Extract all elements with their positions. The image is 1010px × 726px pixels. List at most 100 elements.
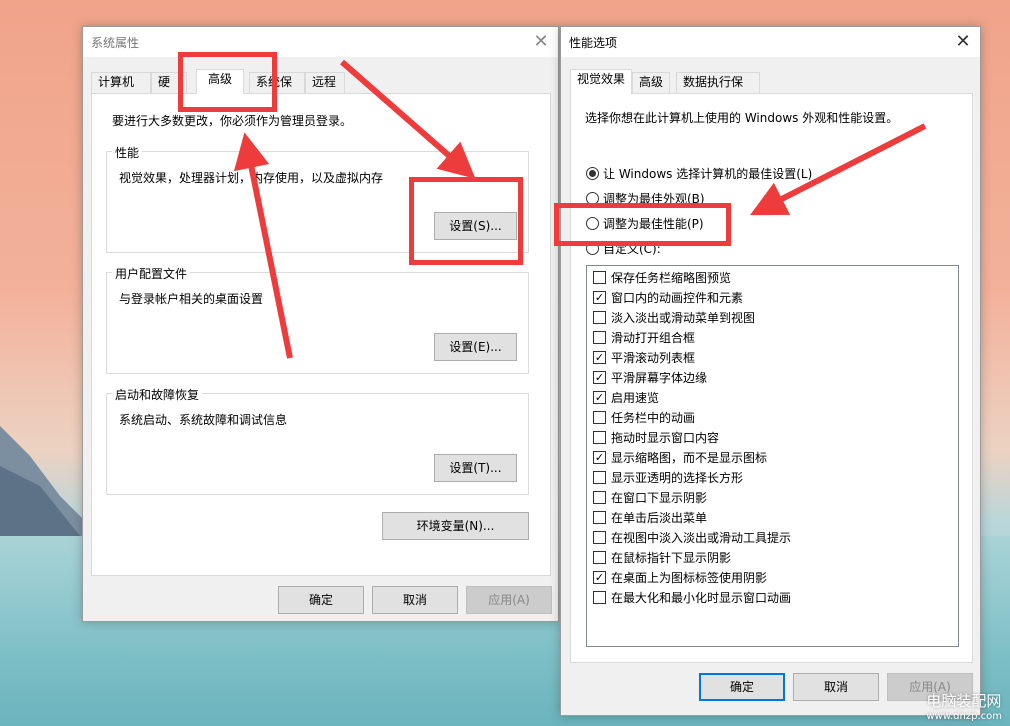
effect-item[interactable]: ✓ 显示缩略图，而不是显示图标 <box>593 449 767 466</box>
effect-label: 在窗口下显示阴影 <box>611 491 708 505</box>
tab-remote[interactable]: 远程 <box>305 72 345 93</box>
effect-label: 平滑屏幕字体边缘 <box>611 371 708 385</box>
tab-visual-effects[interactable]: 视觉效果 <box>570 69 632 94</box>
effect-item[interactable]: 显示亚透明的选择长方形 <box>593 469 743 486</box>
checkbox[interactable]: ✓ <box>593 451 606 464</box>
check-icon: ✓ <box>594 571 605 584</box>
titlebar[interactable]: 性能选项 ✕ <box>561 27 980 57</box>
tab-computer-name[interactable]: 计算机名 <box>91 72 151 108</box>
system-properties-window: 系统属性 ✕ 计算机名 硬件 高级 系统保护 远程 要进行大多数更改，你必须作为… <box>82 26 559 622</box>
performance-description: 视觉效果，处理器计划，内存使用，以及虚拟内存 <box>119 171 384 185</box>
checkbox[interactable] <box>593 491 606 504</box>
user-profiles-settings-button[interactable]: 设置(E)... <box>434 333 517 361</box>
tab-dep[interactable]: 数据执行保护 <box>676 72 760 108</box>
tab-strip: 视觉效果 高级 数据执行保护 <box>561 69 980 108</box>
effect-label: 在单击后淡出菜单 <box>611 511 708 525</box>
effect-item[interactable]: ✓ 在桌面上为图标标签使用阴影 <box>593 569 767 586</box>
effect-label: 在鼠标指针下显示阴影 <box>611 551 732 565</box>
tab-strip: 计算机名 硬件 高级 系统保护 远程 <box>83 69 558 108</box>
effect-item[interactable]: ✓ 平滑屏幕字体边缘 <box>593 369 707 386</box>
effect-item[interactable]: 淡入淡出或滑动菜单到视图 <box>593 309 755 326</box>
close-icon: ✕ <box>955 30 971 52</box>
effect-item[interactable]: 在视图中淡入淡出或滑动工具提示 <box>593 529 791 546</box>
cancel-button[interactable]: 取消 <box>372 586 458 614</box>
checkbox[interactable] <box>593 271 606 284</box>
effect-item[interactable]: 在窗口下显示阴影 <box>593 489 707 506</box>
checkbox[interactable] <box>593 311 606 324</box>
checkbox[interactable] <box>593 411 606 424</box>
startup-recovery-settings-button[interactable]: 设置(T)... <box>434 454 517 482</box>
effect-label: 显示缩略图，而不是显示图标 <box>611 451 768 465</box>
startup-recovery-description: 系统启动、系统故障和调试信息 <box>119 413 288 427</box>
user-profiles-legend: 用户配置文件 <box>112 265 191 282</box>
checkbox[interactable] <box>593 471 606 484</box>
effect-label: 平滑滚动列表框 <box>611 351 696 365</box>
check-icon: ✓ <box>594 291 605 304</box>
window-title: 性能选项 <box>569 36 618 50</box>
effect-label: 在视图中淡入淡出或滑动工具提示 <box>611 531 792 545</box>
visual-effects-panel: 选择你想在此计算机上使用的 Windows 外观和性能设置。 让 Windows… <box>570 93 973 663</box>
titlebar[interactable]: 系统属性 ✕ <box>83 27 558 57</box>
effect-label: 任务栏中的动画 <box>611 411 696 425</box>
checkbox[interactable] <box>593 511 606 524</box>
effect-item[interactable]: 保存任务栏缩略图预览 <box>593 269 731 286</box>
window-title: 系统属性 <box>91 36 140 50</box>
tab-advanced[interactable]: 高级 <box>632 72 670 93</box>
effect-item[interactable]: ✓ 启用速览 <box>593 389 659 406</box>
checkbox[interactable]: ✓ <box>593 391 606 404</box>
close-button[interactable]: ✕ <box>524 27 558 55</box>
cancel-button[interactable]: 取消 <box>793 673 879 701</box>
watermark-name: 电脑装配网 <box>926 692 1002 710</box>
performance-options-window: 性能选项 ✕ 视觉效果 高级 数据执行保护 选择你想在此计算机上使用的 Wind… <box>560 26 981 716</box>
effects-list[interactable]: 保存任务栏缩略图预览 ✓ 窗口内的动画控件和元素 淡入淡出或滑动菜单到视图滑动打开组合… <box>586 265 959 647</box>
checkbox[interactable]: ✓ <box>593 291 606 304</box>
effect-item[interactable]: 滑动打开组合框 <box>593 329 695 346</box>
effect-item[interactable]: 拖动时显示窗口内容 <box>593 429 719 446</box>
effect-item[interactable]: ✓ 窗口内的动画控件和元素 <box>593 289 743 306</box>
highlight-best-performance <box>554 203 731 246</box>
effect-item[interactable]: ✓ 平滑滚动列表框 <box>593 349 695 366</box>
effect-item[interactable]: 在鼠标指针下显示阴影 <box>593 549 731 566</box>
performance-legend: 性能 <box>112 144 143 161</box>
effect-item[interactable]: 任务栏中的动画 <box>593 409 695 426</box>
checkbox[interactable]: ✓ <box>593 571 606 584</box>
tab-advanced[interactable]: 高级 <box>196 69 244 94</box>
ok-button[interactable]: 确定 <box>278 586 364 614</box>
user-profiles-description: 与登录帐户相关的桌面设置 <box>119 292 264 306</box>
check-icon: ✓ <box>594 371 605 384</box>
close-button[interactable]: ✕ <box>946 27 980 55</box>
effect-item[interactable]: 在最大化和最小化时显示窗口动画 <box>593 589 791 606</box>
effect-label: 启用速览 <box>611 391 660 405</box>
radio-label: 让 Windows 选择计算机的最佳设置(L) <box>603 167 813 181</box>
effect-label: 保存任务栏缩略图预览 <box>611 271 732 285</box>
advanced-panel: 要进行大多数更改，你必须作为管理员登录。 性能 视觉效果，处理器计划，内存使用，… <box>91 93 551 576</box>
checkbox[interactable] <box>593 531 606 544</box>
highlight-settings-button <box>409 177 523 265</box>
intro-text: 选择你想在此计算机上使用的 Windows 外观和性能设置。 <box>585 111 899 125</box>
checkbox[interactable] <box>593 591 606 604</box>
radio-button[interactable] <box>586 167 599 180</box>
effect-label: 显示亚透明的选择长方形 <box>611 471 744 485</box>
close-icon: ✕ <box>533 30 549 52</box>
effect-item[interactable]: 在单击后淡出菜单 <box>593 509 707 526</box>
startup-recovery-group: 启动和故障恢复 系统启动、系统故障和调试信息 设置(T)... <box>106 386 529 495</box>
environment-variables-button[interactable]: 环境变量(N)... <box>382 512 529 540</box>
admin-note: 要进行大多数更改，你必须作为管理员登录。 <box>112 114 353 128</box>
check-icon: ✓ <box>594 451 605 464</box>
apply-button[interactable]: 应用(A) <box>466 586 552 614</box>
watermark-url: www.dnzp.com <box>926 711 1002 722</box>
checkbox[interactable]: ✓ <box>593 351 606 364</box>
watermark: 电脑装配网 www.dnzp.com <box>926 690 1002 722</box>
checkbox[interactable]: ✓ <box>593 371 606 384</box>
user-profiles-group: 用户配置文件 与登录帐户相关的桌面设置 设置(E)... <box>106 265 529 374</box>
checkbox[interactable] <box>593 331 606 344</box>
radio-windows-best[interactable]: 让 Windows 选择计算机的最佳设置(L) <box>586 165 812 182</box>
startup-recovery-legend: 启动和故障恢复 <box>112 386 203 403</box>
ok-button[interactable]: 确定 <box>699 673 785 701</box>
effect-label: 在最大化和最小化时显示窗口动画 <box>611 591 792 605</box>
effect-label: 拖动时显示窗口内容 <box>611 431 720 445</box>
checkbox[interactable] <box>593 551 606 564</box>
effect-label: 在桌面上为图标标签使用阴影 <box>611 571 768 585</box>
effect-label: 滑动打开组合框 <box>611 331 696 345</box>
checkbox[interactable] <box>593 431 606 444</box>
